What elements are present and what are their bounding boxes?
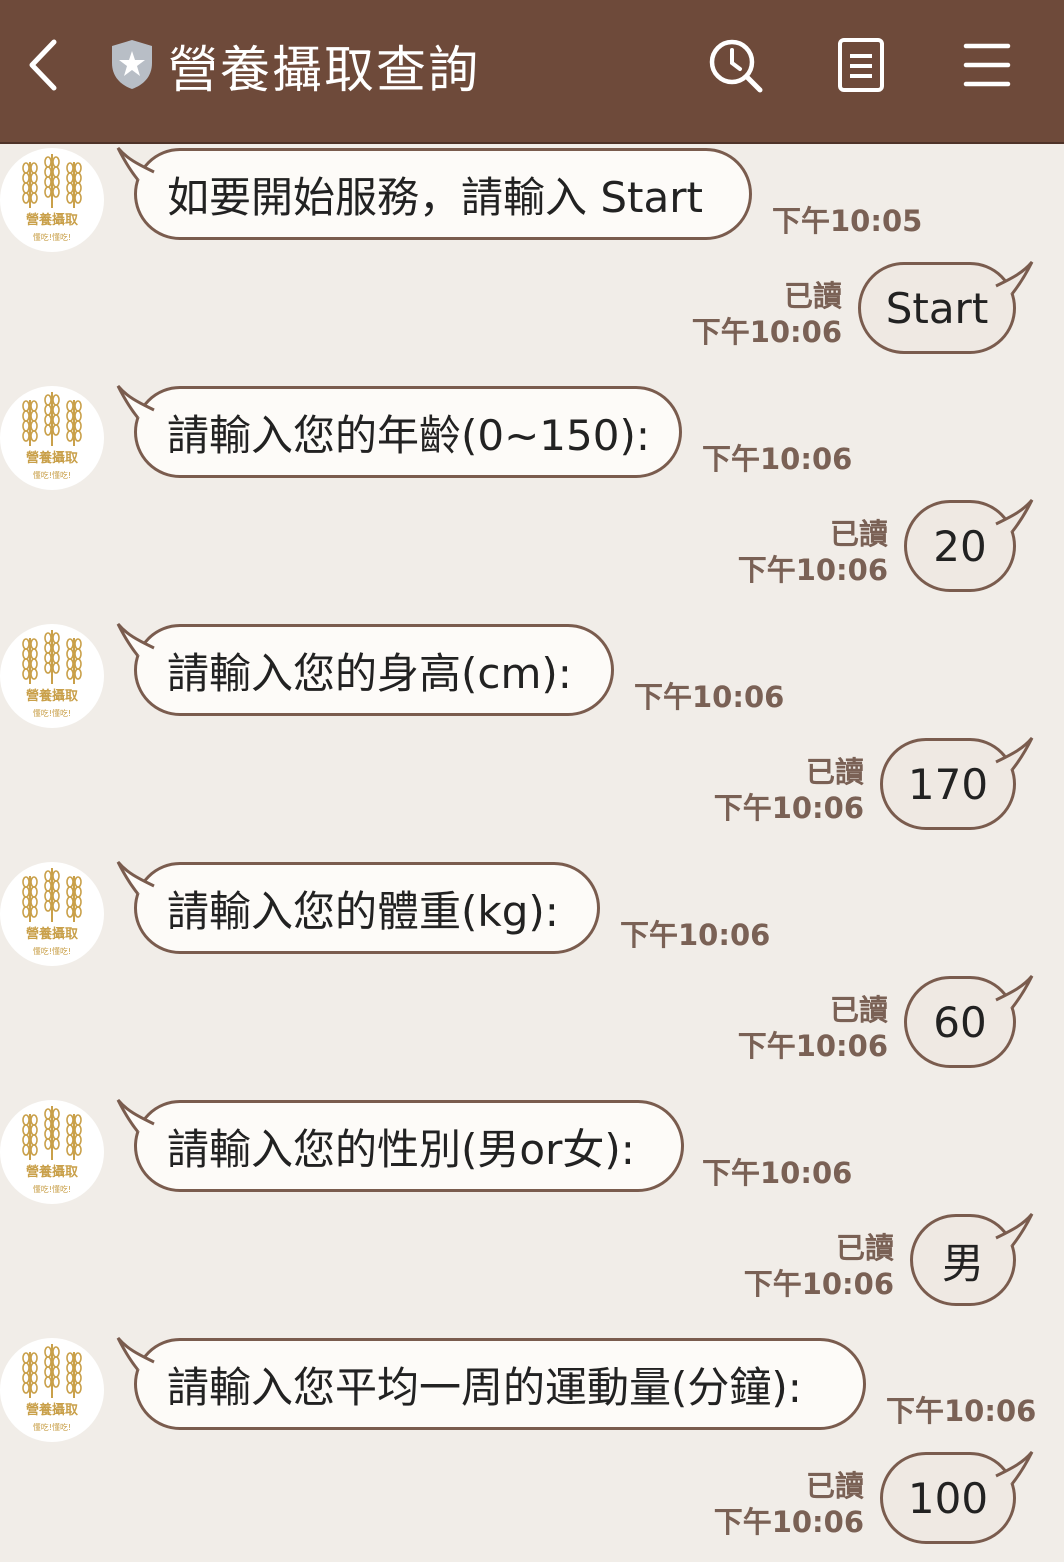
read-receipt: 已讀 [805, 755, 864, 789]
back-arrow-icon[interactable] [16, 36, 74, 94]
wheat-logo-icon: 營養攝取懂吃!懂吃! [22, 868, 82, 956]
message-meta: 已讀 下午10:06 [744, 1230, 894, 1302]
logo-text: 營養攝取 [26, 212, 79, 228]
message-time: 下午10:06 [737, 1029, 888, 1063]
bot-message-bubble: 請輸入您的體重(kg): [134, 862, 600, 954]
chat-title-area[interactable]: 營養攝取查詢 [108, 28, 480, 104]
message-text: 請輸入您的年齡(0~150): [167, 410, 651, 460]
message-text: 請輸入您的性別(男or女): [167, 1124, 635, 1174]
logo-subtext: 懂吃!懂吃! [33, 1422, 71, 1432]
message-time: 下午10:06 [634, 680, 785, 714]
notes-icon[interactable] [832, 36, 890, 94]
read-receipt: 已讀 [829, 517, 888, 551]
bubble-tail-right [995, 261, 1034, 295]
bubble-tail-left [116, 147, 155, 181]
message-time: 下午10:06 [620, 918, 771, 952]
message-time: 下午10:06 [743, 1267, 894, 1301]
bubble-tail-left [116, 861, 155, 895]
message-text: 請輸入您平均一周的運動量(分鐘): [167, 1362, 802, 1412]
bot-avatar[interactable]: 營養攝取懂吃!懂吃! [0, 386, 104, 490]
message-meta: 已讀 下午10:06 [738, 992, 888, 1064]
user-message-bubble: Start [858, 262, 1016, 354]
message-time: 下午10:06 [691, 315, 842, 349]
message-text: 男 [941, 1238, 984, 1288]
chat-header: 營養攝取查詢 [0, 0, 1064, 144]
message-meta: 已讀 下午10:06 [714, 1468, 864, 1540]
logo-subtext: 懂吃!懂吃! [33, 1184, 71, 1194]
logo-subtext: 懂吃!懂吃! [33, 946, 71, 956]
message-time: 下午10:06 [886, 1394, 1037, 1428]
message-meta: 已讀 下午10:06 [692, 278, 842, 350]
bot-message-bubble: 如要開始服務，請輸入 Start [134, 148, 752, 240]
logo-text: 營養攝取 [26, 1164, 79, 1180]
search-clock-icon[interactable] [706, 36, 764, 94]
read-receipt: 已讀 [829, 993, 888, 1027]
message-text: Start [885, 283, 989, 333]
bubble-tail-right [995, 499, 1034, 533]
wheat-logo-icon: 營養攝取懂吃!懂吃! [22, 154, 82, 242]
wheat-logo-icon: 營養攝取懂吃!懂吃! [22, 630, 82, 718]
logo-subtext: 懂吃!懂吃! [33, 708, 71, 718]
logo-subtext: 懂吃!懂吃! [33, 470, 71, 480]
bubble-tail-right [995, 737, 1034, 771]
logo-text: 營養攝取 [26, 926, 79, 942]
bot-message-bubble: 請輸入您平均一周的運動量(分鐘): [134, 1338, 866, 1430]
read-receipt: 已讀 [805, 1469, 864, 1503]
message-text: 60 [933, 997, 987, 1047]
message-text: 如要開始服務，請輸入 Start [167, 172, 703, 222]
message-time: 下午10:06 [713, 791, 864, 825]
bot-avatar[interactable]: 營養攝取懂吃!懂吃! [0, 624, 104, 728]
bot-message-bubble: 請輸入您的身高(cm): [134, 624, 614, 716]
bubble-tail-right [995, 975, 1034, 1009]
logo-text: 營養攝取 [26, 688, 79, 704]
bot-message-bubble: 請輸入您的年齡(0~150): [134, 386, 682, 478]
message-time: 下午10:06 [713, 1505, 864, 1539]
chat-title: 營養攝取查詢 [168, 41, 480, 99]
message-time: 下午10:05 [772, 204, 923, 238]
wheat-logo-icon: 營養攝取懂吃!懂吃! [22, 392, 82, 480]
bot-message-bubble: 請輸入您的性別(男or女): [134, 1100, 684, 1192]
logo-text: 營養攝取 [26, 1402, 79, 1418]
message-time: 下午10:06 [702, 442, 853, 476]
shield-star-icon [108, 37, 156, 95]
message-time: 下午10:06 [702, 1156, 853, 1190]
message-text: 170 [907, 759, 989, 809]
bubble-tail-right [995, 1451, 1034, 1485]
menu-icon[interactable] [958, 36, 1016, 94]
bubble-tail-left [116, 1099, 155, 1133]
bot-avatar[interactable]: 營養攝取懂吃!懂吃! [0, 1100, 104, 1204]
bubble-tail-right [995, 1213, 1034, 1247]
bubble-tail-left [116, 623, 155, 657]
message-text: 請輸入您的體重(kg): [167, 886, 559, 936]
message-meta: 已讀 下午10:06 [738, 516, 888, 588]
wheat-logo-icon: 營養攝取懂吃!懂吃! [22, 1106, 82, 1194]
message-time: 下午10:06 [737, 553, 888, 587]
chat-area[interactable]: 營養攝取 懂吃!懂吃! 如要開始服務，請輸入 Start 下午10:05 Start 已讀… [0, 142, 1064, 1562]
message-text: 100 [907, 1473, 989, 1523]
logo-subtext: 懂吃!懂吃! [33, 232, 71, 242]
bubble-tail-left [116, 1337, 155, 1371]
bubble-tail-left [116, 385, 155, 419]
wheat-logo-icon: 營養攝取懂吃!懂吃! [22, 1344, 82, 1432]
bot-avatar[interactable]: 營養攝取懂吃!懂吃! [0, 1338, 104, 1442]
message-text: 20 [933, 521, 987, 571]
message-meta: 已讀 下午10:06 [714, 754, 864, 826]
bot-avatar[interactable]: 營養攝取懂吃!懂吃! [0, 148, 104, 252]
bot-avatar[interactable]: 營養攝取懂吃!懂吃! [0, 862, 104, 966]
read-receipt: 已讀 [835, 1231, 894, 1265]
user-message-row: 100 已讀 下午10:06 [0, 142, 1064, 1544]
logo-text: 營養攝取 [26, 450, 79, 466]
message-text: 請輸入您的身高(cm): [167, 648, 572, 698]
read-receipt: 已讀 [783, 279, 842, 313]
